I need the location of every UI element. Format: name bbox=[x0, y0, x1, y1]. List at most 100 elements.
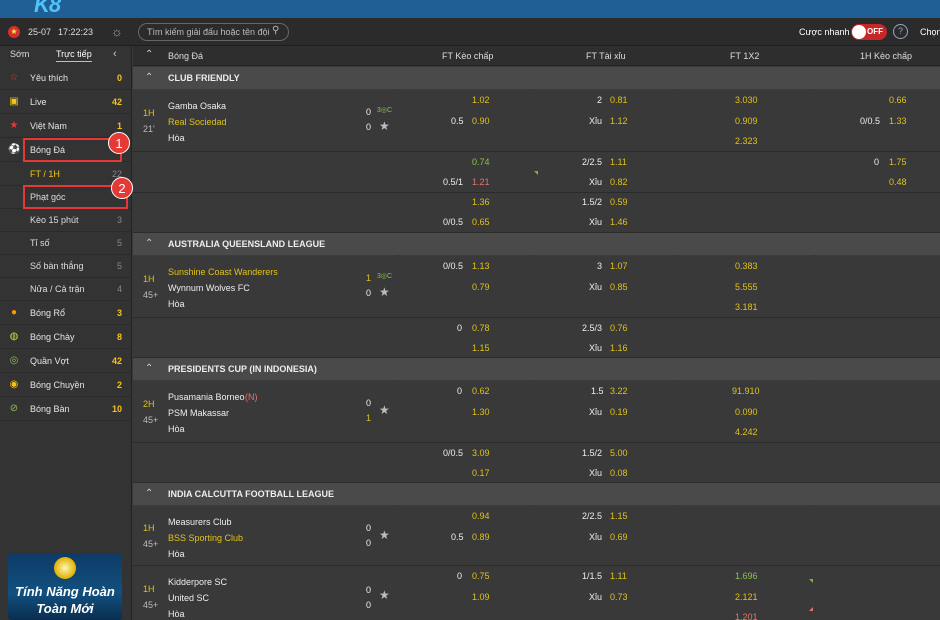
handicap-odds-home[interactable]: 3.09 bbox=[472, 448, 490, 458]
league-header[interactable]: ⌃ CLUB FRIENDLY bbox=[133, 67, 940, 89]
tab-early[interactable]: Sớm bbox=[10, 49, 29, 59]
ou-odds-over[interactable]: 1.11 bbox=[610, 157, 627, 167]
handicap-odds-away[interactable]: 1.09 bbox=[472, 592, 490, 602]
1h-odds-away[interactable]: 0.48 bbox=[889, 177, 907, 187]
ou-odds-under[interactable]: 0.85 bbox=[610, 282, 628, 292]
handicap-odds-away[interactable]: 0.17 bbox=[472, 468, 490, 478]
favorite-star-icon[interactable]: ★ bbox=[379, 588, 390, 602]
home-team[interactable]: Sunshine Coast Wanderers bbox=[168, 267, 278, 277]
collapse-sidebar-icon[interactable]: ‹ bbox=[113, 48, 117, 60]
away-team[interactable]: Real Sociedad bbox=[168, 117, 227, 127]
1x2-home[interactable]: 0.383 bbox=[735, 261, 758, 271]
1x2-draw[interactable]: 1.201 bbox=[735, 612, 758, 620]
favorite-star-icon[interactable]: ★ bbox=[379, 528, 390, 542]
ou-odds-under[interactable]: 1.46 bbox=[610, 217, 628, 227]
favorite-star-icon[interactable]: ★ bbox=[379, 403, 390, 417]
ou-odds-under[interactable]: 0.82 bbox=[610, 177, 628, 187]
1x2-draw[interactable]: 2.323 bbox=[735, 136, 758, 146]
sidebar-subitem-half-full[interactable]: Nửa / Cả trận 4 bbox=[0, 278, 132, 301]
sidebar-subitem-15min[interactable]: Kèo 15 phút 3 bbox=[0, 209, 132, 232]
quick-bet-toggle[interactable]: OFF bbox=[851, 24, 887, 40]
ou-odds-over[interactable]: 5.00 bbox=[610, 448, 628, 458]
handicap-odds-home[interactable]: 1.13 bbox=[472, 261, 490, 271]
tab-live[interactable]: Trực tiếp bbox=[56, 49, 92, 62]
handicap-odds-away[interactable]: 0.89 bbox=[472, 532, 490, 542]
1x2-away[interactable]: 0.909 bbox=[735, 116, 758, 126]
1x2-away[interactable]: 5.555 bbox=[735, 282, 758, 292]
choose-menu[interactable]: Chọn bbox=[920, 27, 940, 37]
ou-odds-over[interactable]: 0.76 bbox=[610, 323, 628, 333]
away-team[interactable]: United SC bbox=[168, 593, 209, 603]
live-stats-icon[interactable]: 3◎C bbox=[377, 106, 392, 114]
promo-banner[interactable]: Tính Năng Hoàn Toàn Mới bbox=[8, 553, 122, 620]
1h-odds-away[interactable]: 1.33 bbox=[889, 116, 907, 126]
league-header[interactable]: ⌃ PRESIDENTS CUP (IN INDONESIA) bbox=[133, 358, 940, 380]
1x2-home[interactable]: 91.910 bbox=[732, 386, 760, 396]
handicap-odds-home[interactable]: 0.78 bbox=[472, 323, 490, 333]
away-team[interactable]: Wynnum Wolves FC bbox=[168, 283, 250, 293]
league-header[interactable]: ⌃ AUSTRALIA QUEENSLAND LEAGUE bbox=[133, 233, 940, 255]
collapse-league-icon[interactable]: ⌃ bbox=[145, 363, 153, 374]
handicap-odds-away[interactable]: 1.15 bbox=[472, 343, 490, 353]
collapse-league-icon[interactable]: ⌃ bbox=[145, 238, 153, 249]
sidebar-subitem-goals[interactable]: Số bàn thắng 5 bbox=[0, 255, 132, 278]
1x2-draw[interactable]: 3.181 bbox=[735, 302, 758, 312]
away-team[interactable]: PSM Makassar bbox=[168, 408, 229, 418]
handicap-odds-away[interactable]: 0.79 bbox=[472, 282, 490, 292]
1x2-home[interactable]: 1.696 bbox=[735, 571, 758, 581]
1x2-away[interactable]: 2.121 bbox=[735, 592, 758, 602]
handicap-odds-away[interactable]: 0.90 bbox=[472, 116, 490, 126]
home-team[interactable]: Measurers Club bbox=[168, 517, 232, 527]
collapse-all-icon[interactable]: ⌃ bbox=[145, 49, 153, 60]
ou-odds-under[interactable]: 0.69 bbox=[610, 532, 628, 542]
1h-odds-home[interactable]: 1.75 bbox=[889, 157, 907, 167]
search-input[interactable] bbox=[138, 23, 289, 41]
handicap-odds-home[interactable]: 0.75 bbox=[472, 571, 490, 581]
ou-odds-over[interactable]: 1.07 bbox=[610, 261, 628, 271]
sidebar-item-live[interactable]: ▣ Live 42 bbox=[0, 91, 132, 114]
handicap-odds-home[interactable]: 0.94 bbox=[472, 511, 490, 521]
brand-logo[interactable]: K8 bbox=[34, 0, 61, 18]
ou-odds-over[interactable]: 1.15 bbox=[610, 511, 628, 521]
handicap-odds-away[interactable]: 1.30 bbox=[472, 407, 490, 417]
sidebar-item-favorites[interactable]: ☆ Yêu thích 0 bbox=[0, 67, 132, 90]
1h-odds-home[interactable]: 0.66 bbox=[889, 95, 907, 105]
league-header[interactable]: ⌃ INDIA CALCUTTA FOOTBALL LEAGUE bbox=[133, 483, 940, 505]
collapse-league-icon[interactable]: ⌃ bbox=[145, 72, 153, 83]
ou-odds-over[interactable]: 1.11 bbox=[610, 571, 627, 581]
handicap-odds-away[interactable]: 0.65 bbox=[472, 217, 490, 227]
handicap-odds-home[interactable]: 1.02 bbox=[472, 95, 490, 105]
sidebar-item-baseball[interactable]: ◍ Bóng Chày 8 bbox=[0, 326, 132, 349]
sidebar-item-basketball[interactable]: ● Bóng Rổ 3 bbox=[0, 302, 132, 325]
away-team[interactable]: BSS Sporting Club bbox=[168, 533, 243, 543]
ou-odds-over[interactable]: 0.81 bbox=[610, 95, 628, 105]
ou-odds-under[interactable]: 0.08 bbox=[610, 468, 628, 478]
handicap-odds-home[interactable]: 1.36 bbox=[472, 197, 490, 207]
ou-odds-under[interactable]: 1.12 bbox=[610, 116, 628, 126]
handicap-odds-away[interactable]: 1.21 bbox=[472, 177, 490, 187]
search-icon[interactable]: ⚲ bbox=[272, 25, 279, 36]
favorite-star-icon[interactable]: ★ bbox=[379, 119, 390, 133]
ou-odds-over[interactable]: 3.22 bbox=[610, 386, 628, 396]
ou-odds-under[interactable]: 0.73 bbox=[610, 592, 628, 602]
live-stats-icon[interactable]: 3◎C bbox=[377, 272, 392, 280]
1x2-draw[interactable]: 4.242 bbox=[735, 427, 758, 437]
theme-sun-icon[interactable]: ☼ bbox=[111, 24, 123, 39]
1x2-away[interactable]: 0.090 bbox=[735, 407, 758, 417]
handicap-odds-home[interactable]: 0.74 bbox=[472, 157, 490, 167]
sidebar-item-volleyball[interactable]: ◉ Bóng Chuyền 2 bbox=[0, 374, 132, 397]
favorite-star-icon[interactable]: ★ bbox=[379, 285, 390, 299]
sidebar-item-tennis[interactable]: ◎ Quần Vợt 42 bbox=[0, 350, 132, 373]
ou-odds-over[interactable]: 0.59 bbox=[610, 197, 628, 207]
home-team[interactable]: Kidderpore SC bbox=[168, 577, 227, 587]
ou-odds-under[interactable]: 1.16 bbox=[610, 343, 628, 353]
sidebar-subitem-score[interactable]: Tỉ số 5 bbox=[0, 232, 132, 255]
collapse-league-icon[interactable]: ⌃ bbox=[145, 488, 153, 499]
home-team[interactable]: Pusamania Borneo bbox=[168, 392, 245, 402]
ou-odds-under[interactable]: 0.19 bbox=[610, 407, 628, 417]
1x2-home[interactable]: 3.030 bbox=[735, 95, 758, 105]
sidebar-item-table-tennis[interactable]: ⊘ Bóng Bàn 10 bbox=[0, 398, 132, 421]
help-icon[interactable]: ? bbox=[893, 24, 908, 39]
handicap-odds-home[interactable]: 0.62 bbox=[472, 386, 490, 396]
home-team[interactable]: Gamba Osaka bbox=[168, 101, 226, 111]
